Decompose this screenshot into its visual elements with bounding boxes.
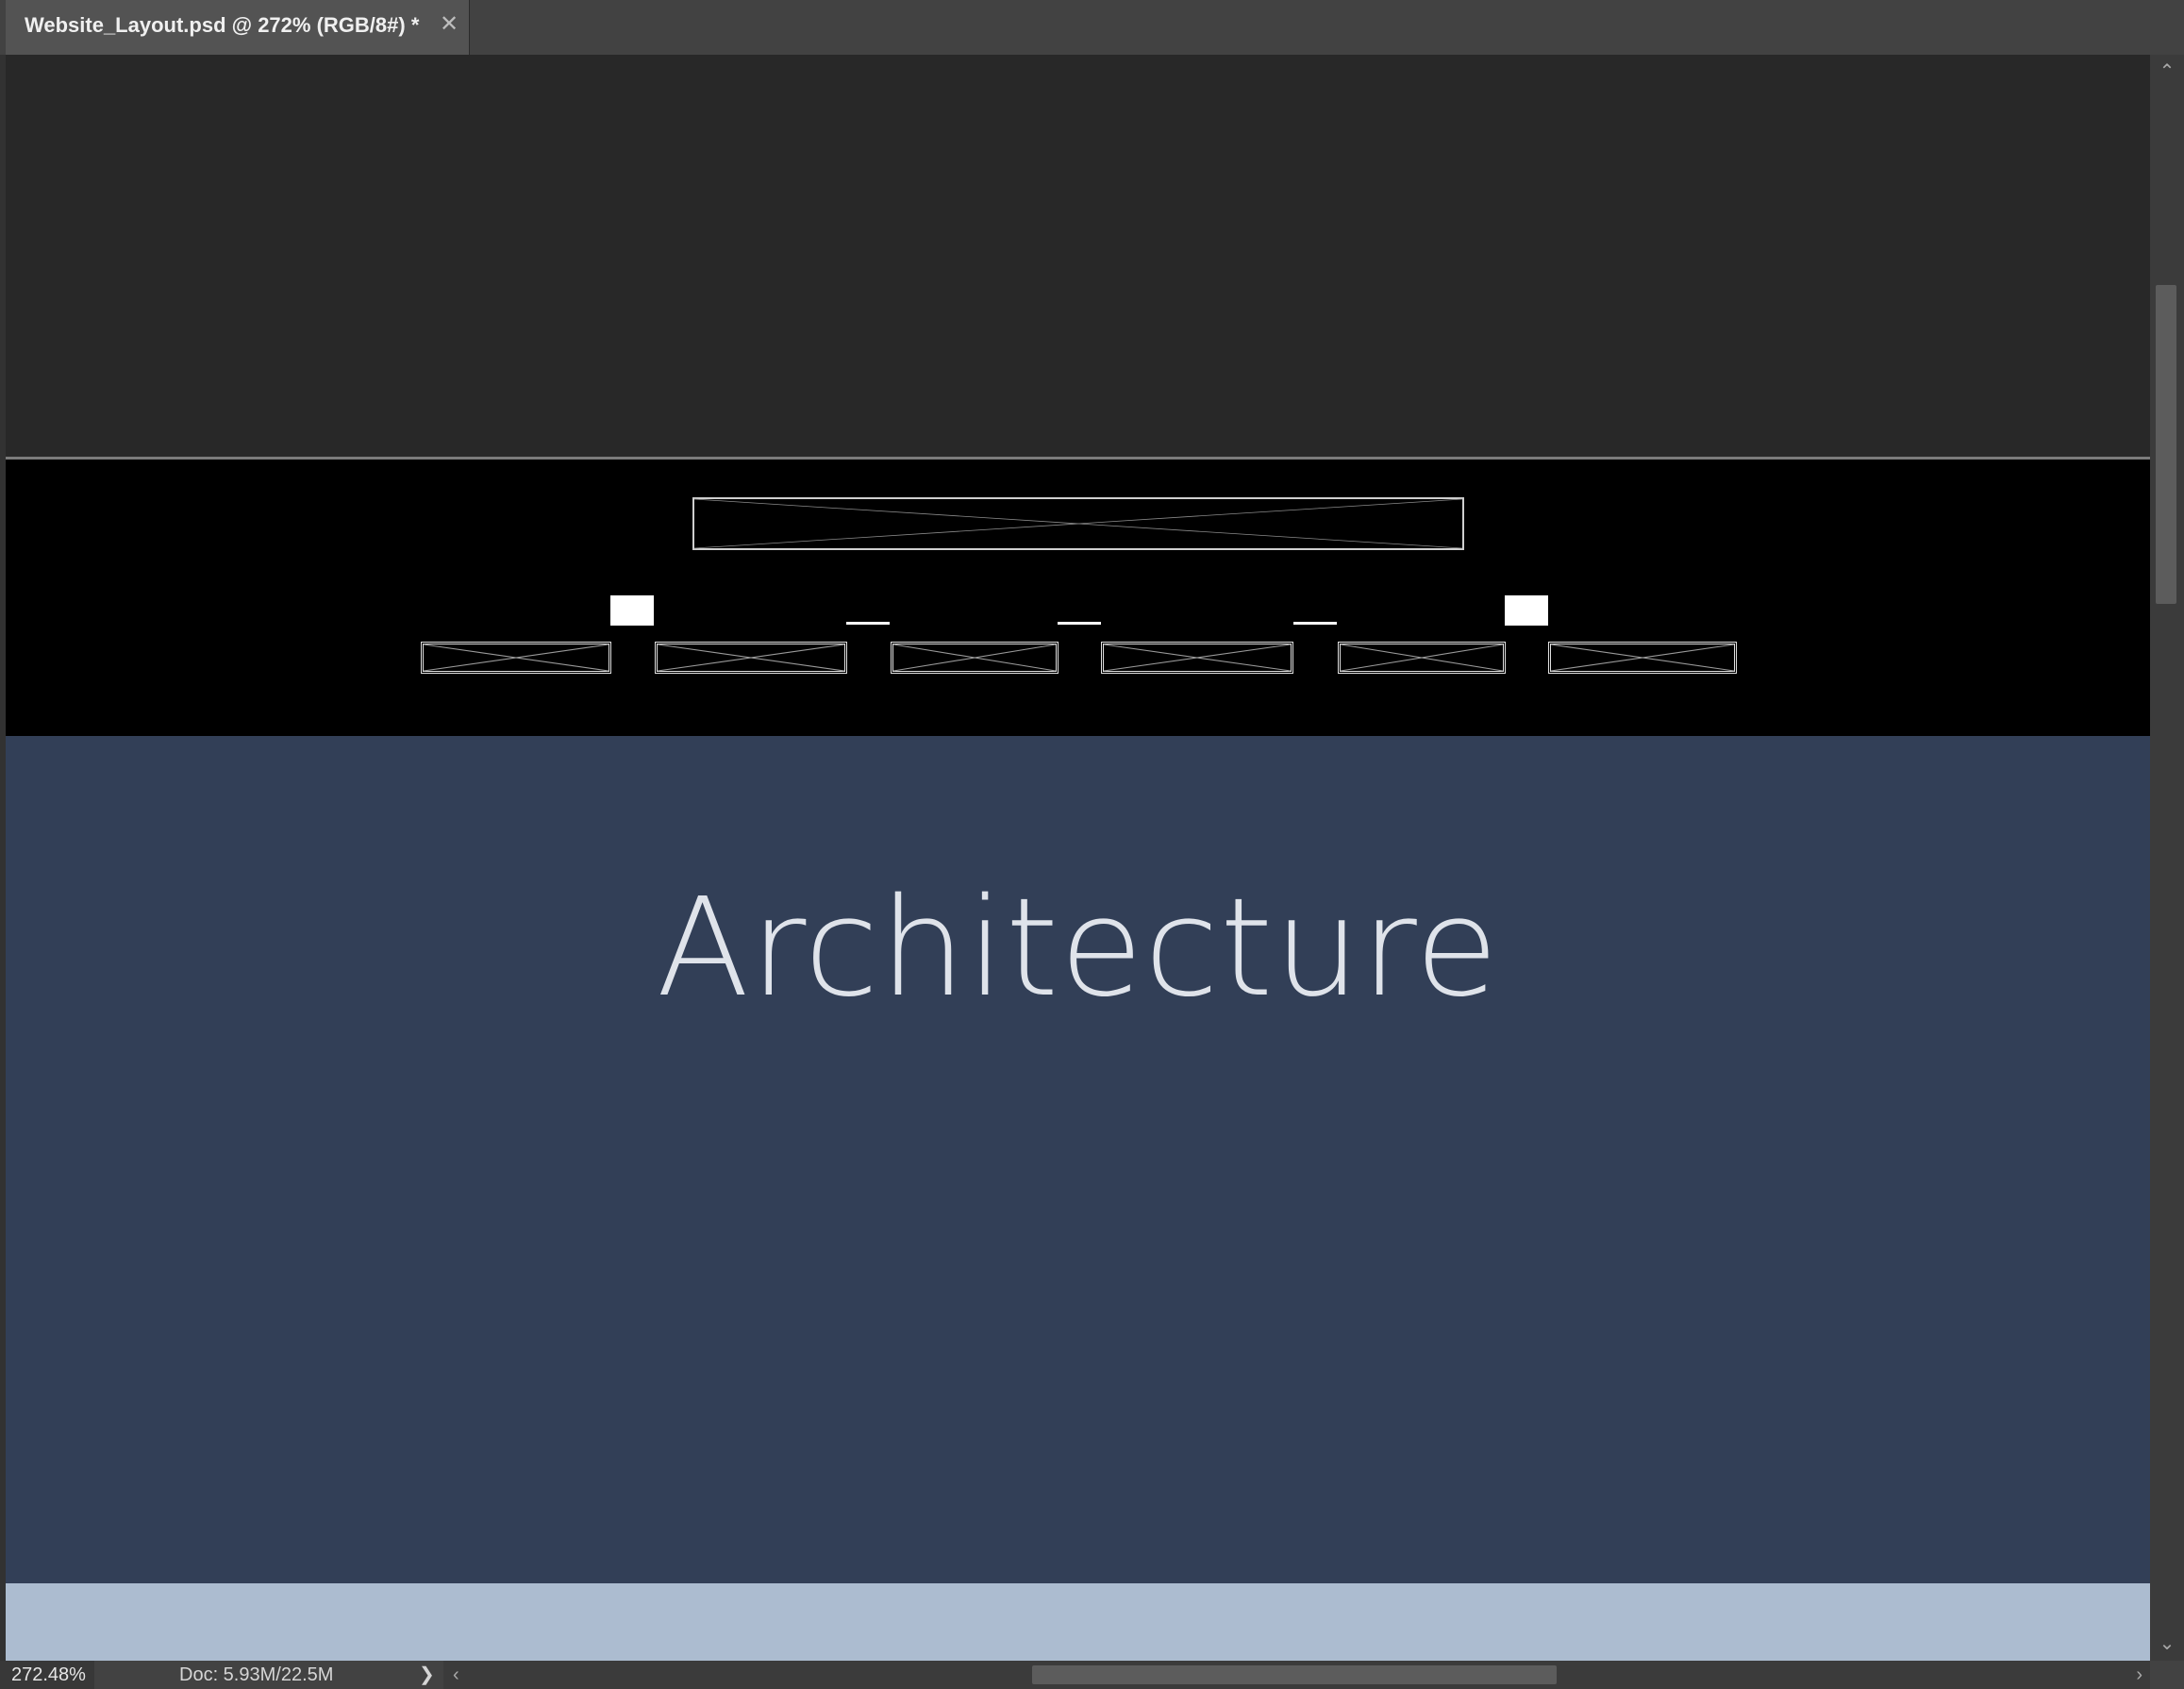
horizontal-scroll-thumb[interactable] [1032, 1665, 1557, 1684]
placeholder-cross-icon [657, 644, 845, 672]
logo-placeholder [692, 497, 1464, 550]
document-canvas[interactable]: Architecture [6, 55, 2150, 1661]
document-tab[interactable]: Website_Layout.psd @ 272% (RGB/8#) * ✕ [6, 0, 470, 55]
separator-dash [1293, 622, 1337, 625]
vertical-scrollbar[interactable]: ⌃ ⌄ [2150, 55, 2184, 1661]
placeholder-cross-icon [1340, 644, 1504, 672]
scroll-left-arrow-icon[interactable]: ‹ [453, 1661, 459, 1689]
site-header-mockup [6, 460, 2150, 736]
content-band [6, 1583, 2150, 1661]
hero-section: Architecture [6, 736, 2150, 1583]
scroll-right-arrow-icon[interactable]: › [2136, 1661, 2142, 1689]
document-tab-title: Website_Layout.psd @ 272% (RGB/8#) * [25, 13, 420, 37]
document-size-info: Doc: 5.93M/22.5M [179, 1664, 334, 1685]
document-tab-bar: Website_Layout.psd @ 272% (RGB/8#) * ✕ [0, 0, 2184, 55]
status-menu-arrow-icon[interactable]: ❯ [419, 1661, 435, 1689]
placeholder-cross-icon [892, 644, 1057, 672]
social-square-right [1505, 595, 1548, 626]
social-square-left [610, 595, 654, 626]
zoom-level-field[interactable]: 272.48% [0, 1661, 94, 1689]
close-icon[interactable]: ✕ [440, 10, 458, 39]
nav-item-placeholder [421, 642, 611, 674]
placeholder-cross-icon [423, 644, 609, 672]
scroll-up-arrow-icon[interactable]: ⌃ [2150, 55, 2184, 89]
nav-item-placeholder [1548, 642, 1737, 674]
placeholder-cross-icon [1103, 644, 1292, 672]
placeholder-cross-icon [693, 498, 1463, 549]
pasteboard-area [6, 55, 2150, 457]
status-bar: 272.48% Doc: 5.93M/22.5M ❯ ‹ › [0, 1661, 2184, 1689]
placeholder-cross-icon [1550, 644, 1735, 672]
nav-item-placeholder [891, 642, 1059, 674]
separator-dash [846, 622, 890, 625]
nav-item-placeholder [655, 642, 847, 674]
scroll-down-arrow-icon[interactable]: ⌄ [2150, 1627, 2184, 1661]
nav-item-placeholder [1101, 642, 1293, 674]
vertical-scroll-thumb[interactable] [2156, 285, 2176, 604]
horizontal-scrollbar[interactable]: ‹ › [443, 1661, 2150, 1689]
separator-dash [1058, 622, 1101, 625]
nav-item-placeholder [1338, 642, 1506, 674]
hero-title: Architecture [656, 868, 1500, 1027]
